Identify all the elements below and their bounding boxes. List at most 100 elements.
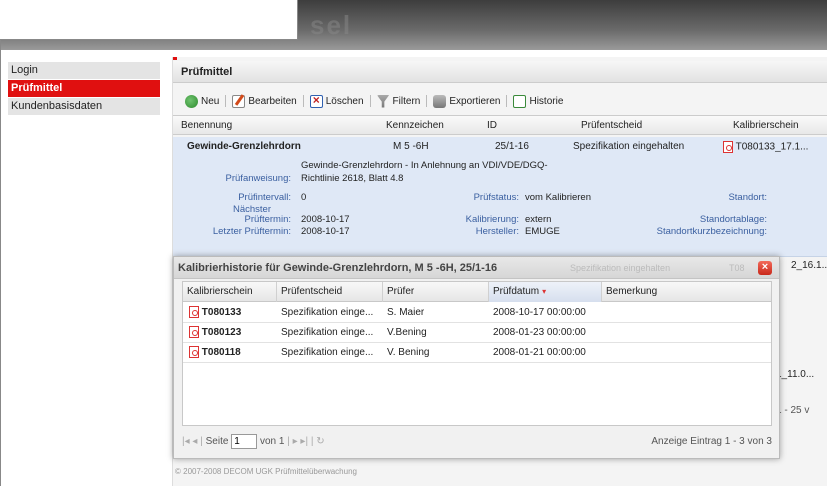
detail-pa-label: Prüfanweisung: xyxy=(225,173,291,184)
toolbar-separator xyxy=(302,95,304,107)
refresh-icon[interactable]: ↻ xyxy=(316,436,324,447)
history-grid-header: Kalibrierschein Prüfentscheid Prüfer Prü… xyxy=(183,282,771,302)
schein-link: T080123 xyxy=(201,327,242,338)
export-button[interactable]: Exportieren xyxy=(429,94,504,108)
header-ghost-text: sel xyxy=(310,10,353,40)
detail-description: Gewinde-Grenzlehrdorn - In Anlehnung an … xyxy=(301,160,548,171)
logo-area xyxy=(0,0,298,40)
pager-separator: | xyxy=(310,436,314,447)
left-border xyxy=(0,40,1,486)
sidebar: Login Prüfmittel Kundenbasisdaten xyxy=(8,62,160,116)
column-header-benennung[interactable]: Benennung xyxy=(181,116,232,136)
cell-pruefer: S. Maier xyxy=(387,307,425,318)
page-label: Seite xyxy=(205,436,229,447)
detail-status-label: Prüfstatus: xyxy=(473,192,519,203)
partial-pager-text: 1 - 25 v xyxy=(776,405,810,416)
accent-mark xyxy=(173,57,177,60)
first-page-icon[interactable]: |◂ xyxy=(182,436,190,447)
column-header-kalibrierschein[interactable]: Kalibrierschein xyxy=(733,116,799,136)
filter-icon xyxy=(376,94,390,108)
column-header-id[interactable]: ID xyxy=(487,116,497,136)
cell-benennung: Gewinde-Grenzlehrdorn xyxy=(187,141,301,152)
edit-button[interactable]: Bearbeiten xyxy=(228,94,300,108)
page-count: von 1 xyxy=(259,436,285,447)
toolbar-separator xyxy=(225,95,227,107)
pager-separator: | xyxy=(287,436,290,447)
detail-pa-value: Richtlinie 2618, Blatt 4.8 xyxy=(301,173,404,184)
cell-pruefentscheid: Spezifikation einge... xyxy=(281,347,374,358)
sidebar-item-pruefmittel[interactable]: Prüfmittel xyxy=(8,80,160,97)
column-header-kalibrierschein[interactable]: Kalibrierschein xyxy=(183,282,277,302)
toolbar: Neu Bearbeiten Löschen Filtern Exportier… xyxy=(173,91,827,111)
cell-kalibrierschein[interactable]: T080133 xyxy=(185,303,241,323)
table-row[interactable]: T080123 Spezifikation einge... V.Bening … xyxy=(183,323,771,343)
dialog-behind-text-right: T08 xyxy=(729,263,745,273)
detail-last-label: Letzter Prüftermin: xyxy=(212,226,291,237)
pdf-icon xyxy=(189,306,199,319)
cell-pruefentscheid: Spezifikation eingehalten xyxy=(573,141,685,152)
cell-pruefdatum: 2008-01-23 00:00:00 xyxy=(493,327,586,338)
edit-label: Bearbeiten xyxy=(248,95,297,107)
close-icon[interactable]: × xyxy=(758,261,772,275)
toolbar-separator xyxy=(426,95,428,107)
next-page-icon[interactable]: ▸ xyxy=(293,436,298,447)
column-header-pruefentscheid[interactable]: Prüfentscheid xyxy=(277,282,383,302)
new-button[interactable]: Neu xyxy=(181,94,223,108)
delete-button[interactable]: Löschen xyxy=(306,93,368,108)
partial-cell: 2_16.1... xyxy=(791,260,827,271)
toolbar-separator xyxy=(369,95,371,107)
detail-hersteller-label: Hersteller: xyxy=(475,226,519,237)
detail-last-value: 2008-10-17 xyxy=(301,226,350,237)
column-header-pruefentscheid[interactable]: Prüfentscheid xyxy=(581,116,642,136)
schein-link: T080118 xyxy=(201,347,241,358)
toolbar-separator xyxy=(506,95,508,107)
export-icon xyxy=(433,94,447,108)
sort-desc-icon: ▾ xyxy=(542,287,547,296)
add-icon xyxy=(185,94,198,108)
cell-pruefentscheid: Spezifikation einge... xyxy=(281,327,374,338)
new-label: Neu xyxy=(201,95,220,107)
cell-kalibrierschein[interactable]: T080133_17.1... xyxy=(723,141,808,153)
detail-kurz-label: Standortkurzbezeichnung: xyxy=(656,226,767,237)
detail-ablage-label: Standortablage: xyxy=(699,214,767,225)
detail-kal-label: Kalibrierung: xyxy=(465,214,519,225)
pdf-icon xyxy=(189,326,199,339)
filter-button[interactable]: Filtern xyxy=(373,94,425,108)
selected-table-row[interactable]: Gewinde-Grenzlehrdorn M 5 -6H 25/1-16 Sp… xyxy=(173,137,827,257)
column-header-pruefdatum[interactable]: Prüfdatum ▾ xyxy=(489,282,602,302)
column-header-kennzeichen[interactable]: Kennzeichen xyxy=(386,116,444,136)
prev-page-icon[interactable]: ◂ xyxy=(192,436,197,447)
history-icon xyxy=(513,94,527,108)
history-grid: Kalibrierschein Prüfentscheid Prüfer Prü… xyxy=(182,281,772,426)
table-row[interactable]: T080118 Spezifikation einge... V. Bening… xyxy=(183,343,771,363)
last-page-icon[interactable]: ▸| xyxy=(300,436,308,447)
cell-kennzeichen: M 5 -6H xyxy=(393,141,429,152)
detail-standort-label: Standort: xyxy=(728,192,767,203)
history-label: Historie xyxy=(529,95,564,107)
column-header-pruefer[interactable]: Prüfer xyxy=(383,282,489,302)
export-label: Exportieren xyxy=(449,95,501,107)
grid-header: Benennung Kennzeichen ID Prüfentscheid K… xyxy=(173,115,827,135)
table-row[interactable]: T080133 Spezifikation einge... S. Maier … xyxy=(183,303,771,323)
cell-kalibrierschein[interactable]: T080123 xyxy=(185,323,241,343)
dialog-title: Kalibrierhistorie für Gewinde-Grenzlehrd… xyxy=(178,262,498,274)
sidebar-item-login[interactable]: Login xyxy=(8,62,160,79)
dialog-behind-text: Spezifikation eingehalten xyxy=(570,263,671,273)
column-header-bemerkung[interactable]: Bemerkung xyxy=(602,282,771,302)
pruefdatum-label: Prüfdatum xyxy=(493,286,540,297)
detail-status-value: vom Kalibrieren xyxy=(525,192,591,203)
dialog-title-bar[interactable]: Kalibrierhistorie für Gewinde-Grenzlehrd… xyxy=(174,257,779,279)
cell-pruefdatum: 2008-10-17 00:00:00 xyxy=(493,307,586,318)
cell-pruefdatum: 2008-01-21 00:00:00 xyxy=(493,347,586,358)
pdf-icon xyxy=(189,346,199,359)
page-title: Prüfmittel xyxy=(173,61,827,83)
schein-link: T080133 xyxy=(201,307,242,318)
detail-interval-label: Prüfintervall: xyxy=(238,192,291,203)
partial-cell: 1_11.0... xyxy=(776,369,815,380)
cell-kalibrierschein[interactable]: T080118 xyxy=(185,343,241,363)
page-input[interactable] xyxy=(231,433,258,449)
history-button[interactable]: Historie xyxy=(509,94,567,108)
detail-hersteller-value: EMUGE xyxy=(525,226,560,237)
sidebar-item-kundenbasisdaten[interactable]: Kundenbasisdaten xyxy=(8,98,160,115)
delete-icon xyxy=(309,93,323,108)
